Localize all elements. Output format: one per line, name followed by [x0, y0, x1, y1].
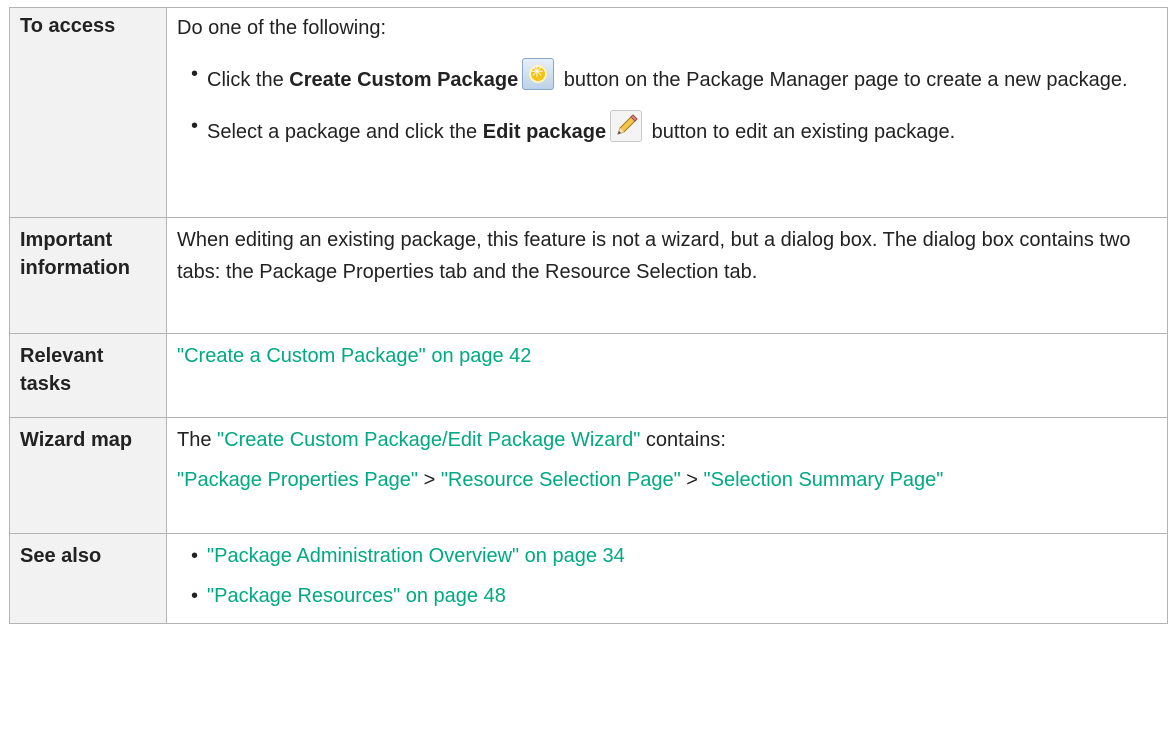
wizard-map-links: "Package Properties Page" > "Resource Se…: [177, 469, 944, 491]
important-text: When editing an existing package, this f…: [177, 229, 1131, 283]
row-to-access: To access Do one of the following: Click…: [9, 7, 1168, 218]
row-label: See also: [9, 533, 167, 624]
link-create-custom-package[interactable]: "Create a Custom Package" on page 42: [177, 345, 531, 367]
intro-text: Do one of the following:: [177, 17, 387, 39]
row-content: When editing an existing package, this f…: [166, 217, 1168, 334]
row-content: "Create a Custom Package" on page 42: [166, 333, 1168, 418]
row-content: "Package Administration Overview" on pag…: [166, 533, 1168, 624]
list-item: "Package Administration Overview" on pag…: [191, 540, 1157, 572]
see-also-list: "Package Administration Overview" on pag…: [177, 540, 1157, 612]
row-label: To access: [9, 7, 167, 218]
row-content: The "Create Custom Package/Edit Package …: [166, 417, 1168, 534]
row-label: Relevant tasks: [9, 333, 167, 418]
link-package-properties-page[interactable]: "Package Properties Page": [177, 469, 418, 491]
link-resource-selection-page[interactable]: "Resource Selection Page": [441, 469, 681, 491]
access-list: Click the Create Custom Package button o…: [177, 57, 1157, 148]
edit-package-label: Edit package: [482, 121, 607, 143]
link-package-administration-overview[interactable]: "Package Administration Overview" on pag…: [207, 545, 625, 567]
list-item: Click the Create Custom Package button o…: [191, 57, 1157, 96]
link-package-resources[interactable]: "Package Resources" on page 48: [207, 585, 506, 607]
link-selection-summary-page[interactable]: "Selection Summary Page": [704, 469, 944, 491]
list-item: "Package Resources" on page 48: [191, 580, 1157, 612]
row-see-also: See also "Package Administration Overvie…: [9, 533, 1168, 624]
row-label: Important information: [9, 217, 167, 334]
row-important: Important information When editing an ex…: [9, 217, 1168, 334]
edit-package-icon: [610, 110, 643, 142]
wizard-intro: The "Create Custom Package/Edit Package …: [177, 429, 726, 451]
row-tasks: Relevant tasks "Create a Custom Package"…: [9, 333, 1168, 418]
row-wizard-map: Wizard map The "Create Custom Package/Ed…: [9, 417, 1168, 534]
reference-table: To access Do one of the following: Click…: [9, 7, 1168, 624]
create-custom-package-label: Create Custom Package: [289, 69, 519, 91]
list-item: Select a package and click the Edit pack…: [191, 110, 1157, 148]
row-content: Do one of the following: Click the Creat…: [166, 7, 1168, 218]
link-wizard[interactable]: "Create Custom Package/Edit Package Wiza…: [217, 429, 640, 451]
row-label: Wizard map: [9, 417, 167, 534]
create-custom-package-icon: [522, 57, 555, 90]
